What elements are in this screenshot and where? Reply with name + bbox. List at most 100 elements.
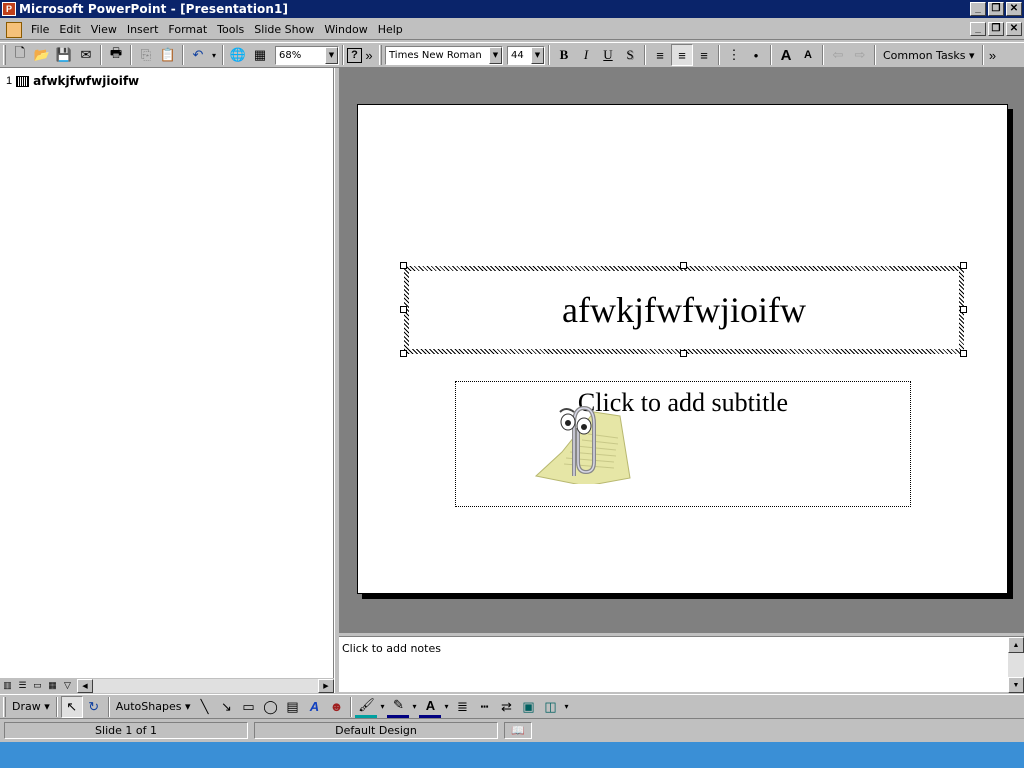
restore-button[interactable]: ❐ xyxy=(988,2,1004,16)
toolbar-grip[interactable] xyxy=(3,696,6,717)
slide-view-icon[interactable]: ▭ xyxy=(30,679,45,693)
outline-slide-title[interactable]: afwkjfwfwjioifw xyxy=(33,74,139,88)
notes-scrollbar[interactable]: ▲ ▼ xyxy=(1008,637,1024,693)
resize-handle[interactable] xyxy=(680,350,687,357)
document-icon[interactable] xyxy=(6,21,22,38)
shadow-icon[interactable]: ▣ xyxy=(517,696,539,718)
outline-horizontal-scrollbar[interactable]: ◀ ▶ xyxy=(77,678,334,693)
minimize-button[interactable]: _ xyxy=(970,2,986,16)
more-buttons-icon[interactable]: » xyxy=(362,44,376,66)
resize-handle[interactable] xyxy=(960,306,967,313)
bullets-icon[interactable]: • xyxy=(745,44,767,66)
bold-button[interactable]: B xyxy=(553,44,575,66)
font-color-dropdown-icon[interactable]: ▾ xyxy=(441,696,451,718)
office-assistant-clippy-icon[interactable] xyxy=(534,394,634,484)
subtitle-placeholder[interactable]: Click to add subtitle xyxy=(455,381,911,507)
web-icon[interactable]: 🌐 xyxy=(227,44,249,66)
new-icon[interactable]: 🗋 xyxy=(9,44,31,66)
text-box-icon[interactable]: ▤ xyxy=(281,696,303,718)
arrow-style-icon[interactable]: ⇄ xyxy=(495,696,517,718)
3d-icon[interactable]: ◫ xyxy=(539,696,561,718)
font-size-select[interactable]: 44 ▼ xyxy=(507,45,545,65)
help-icon[interactable]: ? xyxy=(347,47,362,63)
more-buttons-icon[interactable]: ▾ xyxy=(561,696,571,718)
copy-icon[interactable]: ⎘ xyxy=(135,44,157,66)
toolbar-grip[interactable] xyxy=(379,45,382,65)
close-button[interactable]: ✕ xyxy=(1006,2,1022,16)
align-right-icon[interactable]: ≡ xyxy=(693,44,715,66)
free-rotate-icon[interactable]: ↻ xyxy=(83,696,105,718)
resize-handle[interactable] xyxy=(400,306,407,313)
more-buttons-icon[interactable]: » xyxy=(987,44,999,66)
underline-button[interactable]: U xyxy=(597,44,619,66)
italic-button[interactable]: I xyxy=(575,44,597,66)
numbering-icon[interactable]: ⋮ xyxy=(723,44,745,66)
menu-help[interactable]: Help xyxy=(373,23,408,36)
zoom-select[interactable]: 68% ▼ xyxy=(275,45,339,65)
outline-slide-row[interactable]: 1 afwkjfwfwjioifw xyxy=(6,74,139,88)
draw-menu-button[interactable]: Draw ▾ xyxy=(9,700,53,713)
slide-show-view-icon[interactable]: ▽ xyxy=(60,679,75,693)
promote-icon[interactable]: ⇦ xyxy=(827,44,849,66)
slide-sorter-view-icon[interactable]: ▦ xyxy=(45,679,60,693)
oval-icon[interactable]: ◯ xyxy=(259,696,281,718)
increase-font-size-icon[interactable]: A xyxy=(775,44,797,66)
notes-placeholder[interactable]: Click to add notes xyxy=(342,642,441,655)
notes-pane[interactable]: Click to add notes ▲ ▼ xyxy=(339,636,1024,693)
scroll-up-icon[interactable]: ▲ xyxy=(1008,637,1024,653)
title-placeholder[interactable]: afwkjfwfwjioifw xyxy=(404,266,964,354)
line-color-dropdown-icon[interactable]: ▾ xyxy=(409,696,419,718)
doc-restore-button[interactable]: ❐ xyxy=(988,22,1004,36)
fill-color-dropdown-icon[interactable]: ▾ xyxy=(377,696,387,718)
resize-handle[interactable] xyxy=(680,262,687,269)
rectangle-icon[interactable]: ▭ xyxy=(237,696,259,718)
outline-pane[interactable]: 1 afwkjfwfwjioifw xyxy=(0,68,334,678)
resize-handle[interactable] xyxy=(960,262,967,269)
resize-handle[interactable] xyxy=(960,350,967,357)
select-objects-icon[interactable]: ↖ xyxy=(60,695,83,718)
arrow-icon[interactable]: ↘ xyxy=(215,696,237,718)
align-left-icon[interactable]: ≡ xyxy=(649,44,671,66)
scroll-left-icon[interactable]: ◀ xyxy=(77,678,93,693)
line-color-icon[interactable]: ✎ xyxy=(387,696,410,718)
menu-format[interactable]: Format xyxy=(163,23,212,36)
wordart-icon[interactable]: A xyxy=(303,696,325,718)
insert-table-icon[interactable]: ▦ xyxy=(249,44,271,66)
dash-style-icon[interactable]: ┅ xyxy=(473,696,495,718)
menu-window[interactable]: Window xyxy=(319,23,372,36)
line-style-icon[interactable]: ≣ xyxy=(451,696,473,718)
font-name-dropdown-icon[interactable]: ▼ xyxy=(489,46,502,64)
shadow-button[interactable]: S xyxy=(619,44,641,66)
subtitle-text[interactable]: Click to add subtitle xyxy=(456,388,910,418)
email-icon[interactable]: ✉ xyxy=(75,44,97,66)
center-icon[interactable]: ≡ xyxy=(671,44,693,66)
scroll-right-icon[interactable]: ▶ xyxy=(318,678,334,693)
powerpoint-icon[interactable]: P xyxy=(2,2,16,16)
font-color-icon[interactable]: A xyxy=(419,696,442,718)
slide-canvas[interactable]: afwkjfwfwjioifw Click to add subtitle xyxy=(357,104,1008,594)
save-icon[interactable]: 💾 xyxy=(53,44,75,66)
clip-art-icon[interactable]: ☻ xyxy=(325,696,347,718)
open-icon[interactable]: 📂 xyxy=(31,44,53,66)
line-icon[interactable]: ╲ xyxy=(193,696,215,718)
decrease-font-size-icon[interactable]: A xyxy=(797,44,819,66)
slide-title[interactable]: afwkjfwfwjioifw xyxy=(562,289,806,331)
demote-icon[interactable]: ⇨ xyxy=(849,44,871,66)
menu-slide-show[interactable]: Slide Show xyxy=(249,23,319,36)
font-size-dropdown-icon[interactable]: ▼ xyxy=(531,46,544,64)
font-name-select[interactable]: Times New Roman ▼ xyxy=(385,45,503,65)
menu-edit[interactable]: Edit xyxy=(54,23,85,36)
menu-view[interactable]: View xyxy=(86,23,122,36)
menu-file[interactable]: File xyxy=(26,23,54,36)
autoshapes-menu-button[interactable]: AutoShapes ▾ xyxy=(113,700,194,713)
undo-icon[interactable]: ↶ xyxy=(187,44,209,66)
print-icon[interactable]: 🖶 xyxy=(105,44,127,66)
undo-dropdown-icon[interactable]: ▾ xyxy=(209,44,219,66)
paste-icon[interactable]: 📋 xyxy=(157,44,179,66)
fill-color-icon[interactable]: 🖌 xyxy=(355,696,378,718)
outline-view-icon[interactable]: ☰ xyxy=(15,679,30,693)
toolbar-grip[interactable] xyxy=(3,45,6,65)
spelling-status-icon[interactable]: 📖 xyxy=(504,721,532,739)
resize-handle[interactable] xyxy=(400,262,407,269)
common-tasks-button[interactable]: Common Tasks ▾ xyxy=(879,49,979,62)
